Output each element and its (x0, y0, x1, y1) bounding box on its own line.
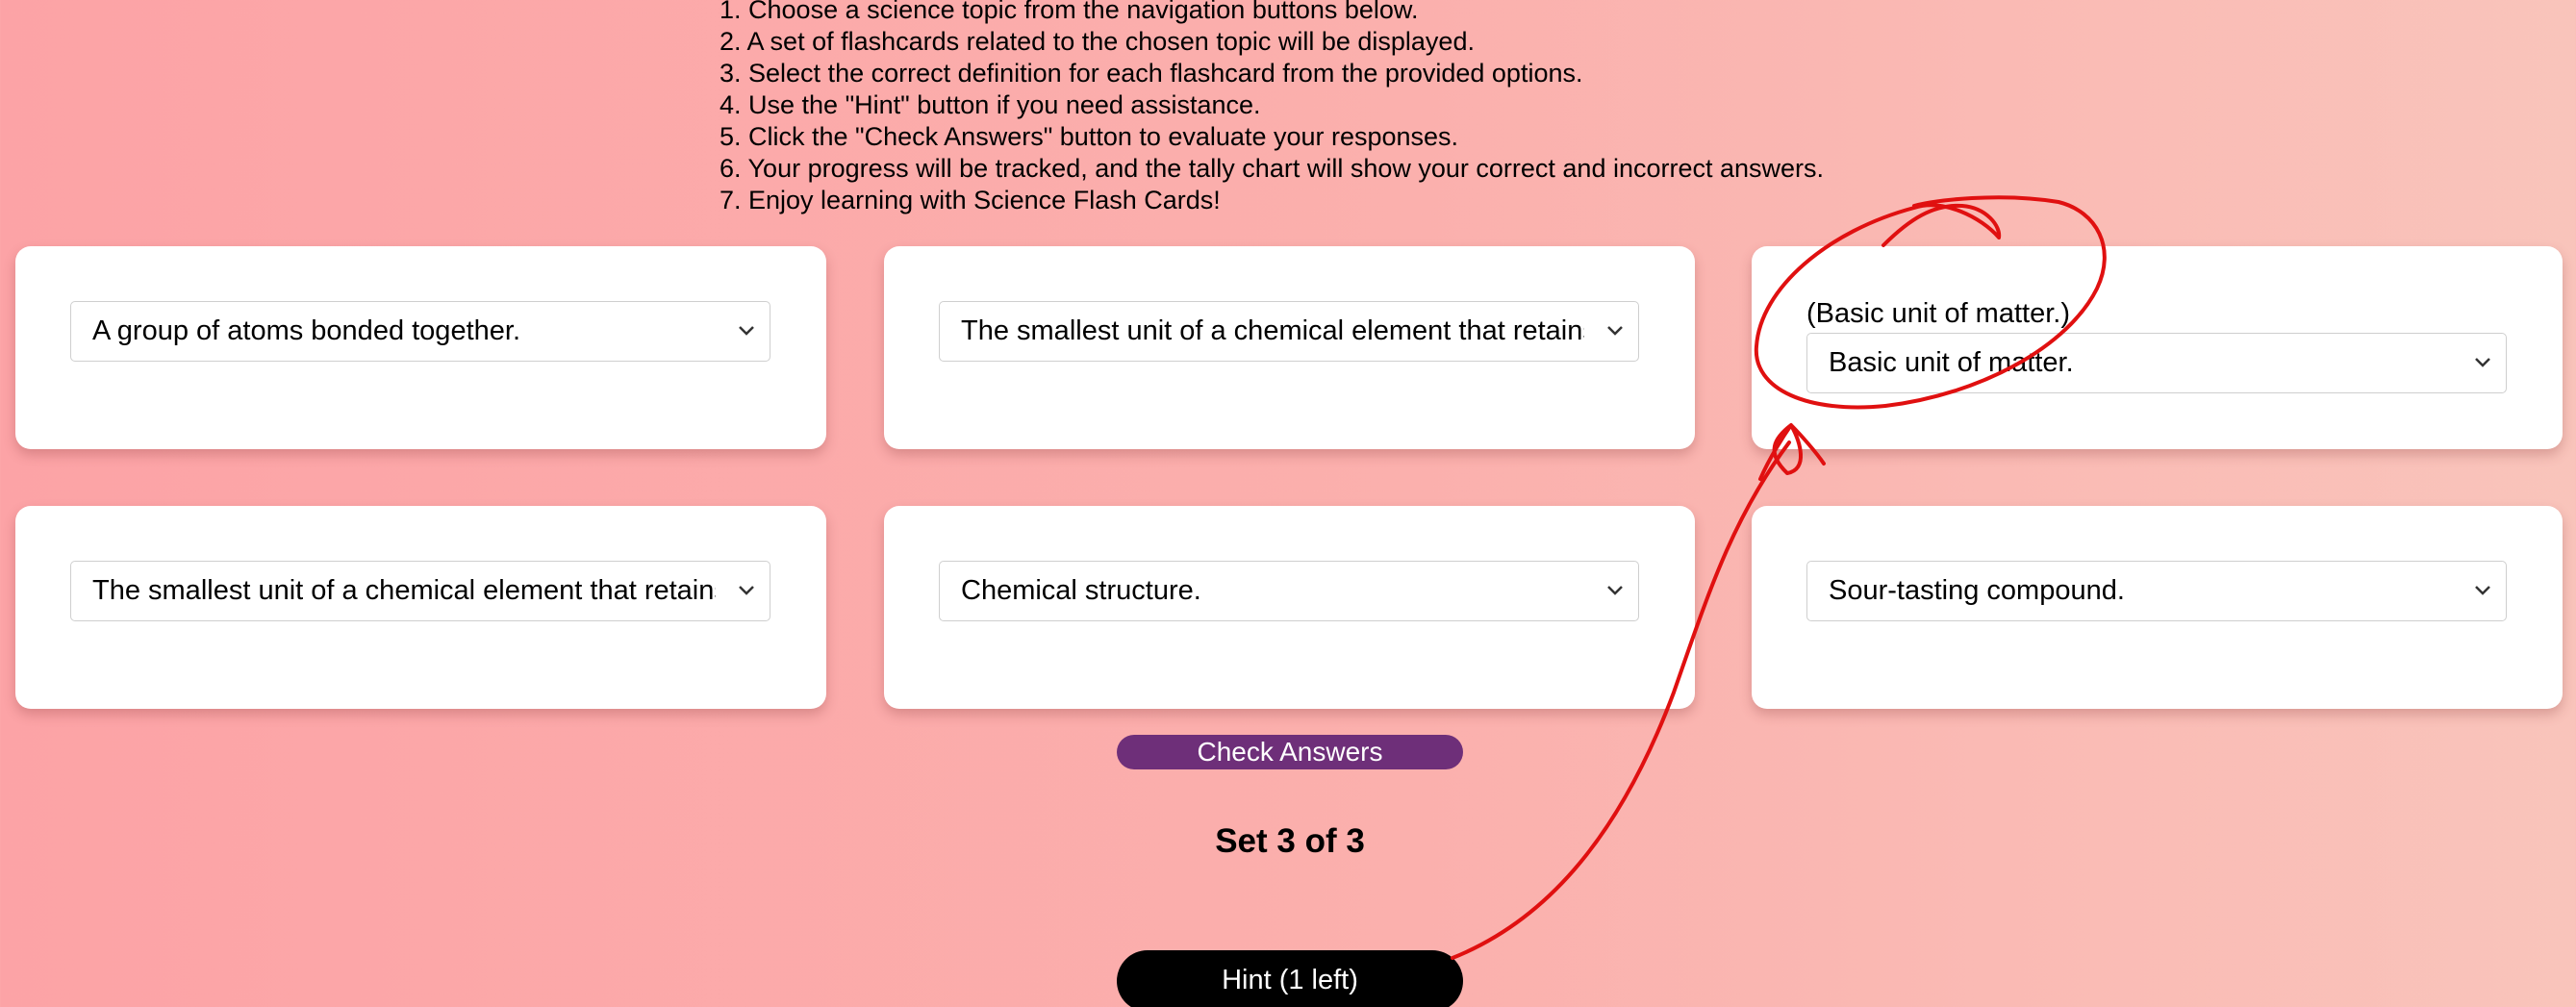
instruction-item: 4. Use the "Hint" button if you need ass… (720, 90, 1261, 119)
hint-text: (Basic unit of matter.) (1806, 298, 2070, 329)
flashcard: The smallest unit of a chemical element … (15, 506, 826, 709)
instruction-item: 3. Select the correct definition for eac… (720, 59, 1583, 88)
flashcard: Chemical structure. (884, 506, 1695, 709)
chevron-down-icon (1607, 586, 1623, 595)
instruction-item: 2. A set of flashcards related to the ch… (720, 27, 1475, 56)
selected-definition: The smallest unit of a chemical element … (92, 575, 716, 606)
flashcard: Sour-tasting compound. (1752, 506, 2563, 709)
flashcard: A group of atoms bonded together. (15, 246, 826, 449)
chevron-down-icon (2475, 586, 2490, 595)
selected-definition: Sour-tasting compound. (1829, 575, 2125, 606)
chevron-down-icon (1607, 326, 1623, 336)
selected-definition: Chemical structure. (961, 575, 1201, 606)
selected-definition: The smallest unit of a chemical element … (961, 315, 1584, 346)
chevron-down-icon (739, 326, 754, 336)
set-progress-label: Set 3 of 3 (1215, 822, 1365, 860)
hint-button[interactable]: Hint (1 left) (1117, 950, 1463, 1007)
definition-select[interactable]: A group of atoms bonded together. (70, 301, 770, 362)
instruction-item: 1. Choose a science topic from the navig… (720, 0, 1419, 24)
flashcard: The smallest unit of a chemical element … (884, 246, 1695, 449)
instruction-item: 6. Your progress will be tracked, and th… (720, 154, 1825, 183)
instruction-item: 5. Click the "Check Answers" button to e… (720, 122, 1459, 151)
instruction-item: 7. Enjoy learning with Science Flash Car… (720, 186, 1221, 214)
flashcard: (Basic unit of matter.) Basic unit of ma… (1752, 246, 2563, 449)
selected-definition: Basic unit of matter. (1829, 347, 2074, 378)
definition-select[interactable]: The smallest unit of a chemical element … (939, 301, 1639, 362)
definition-select[interactable]: Chemical structure. (939, 561, 1639, 621)
chevron-down-icon (2475, 358, 2490, 367)
definition-select[interactable]: The smallest unit of a chemical element … (70, 561, 770, 621)
selected-definition: A group of atoms bonded together. (92, 315, 520, 346)
definition-select[interactable]: Basic unit of matter. (1806, 333, 2507, 393)
definition-select[interactable]: Sour-tasting compound. (1806, 561, 2507, 621)
check-answers-button[interactable]: Check Answers (1117, 735, 1463, 769)
chevron-down-icon (739, 586, 754, 595)
instructions-list: 1. Choose a science topic from the navig… (720, 0, 1824, 216)
